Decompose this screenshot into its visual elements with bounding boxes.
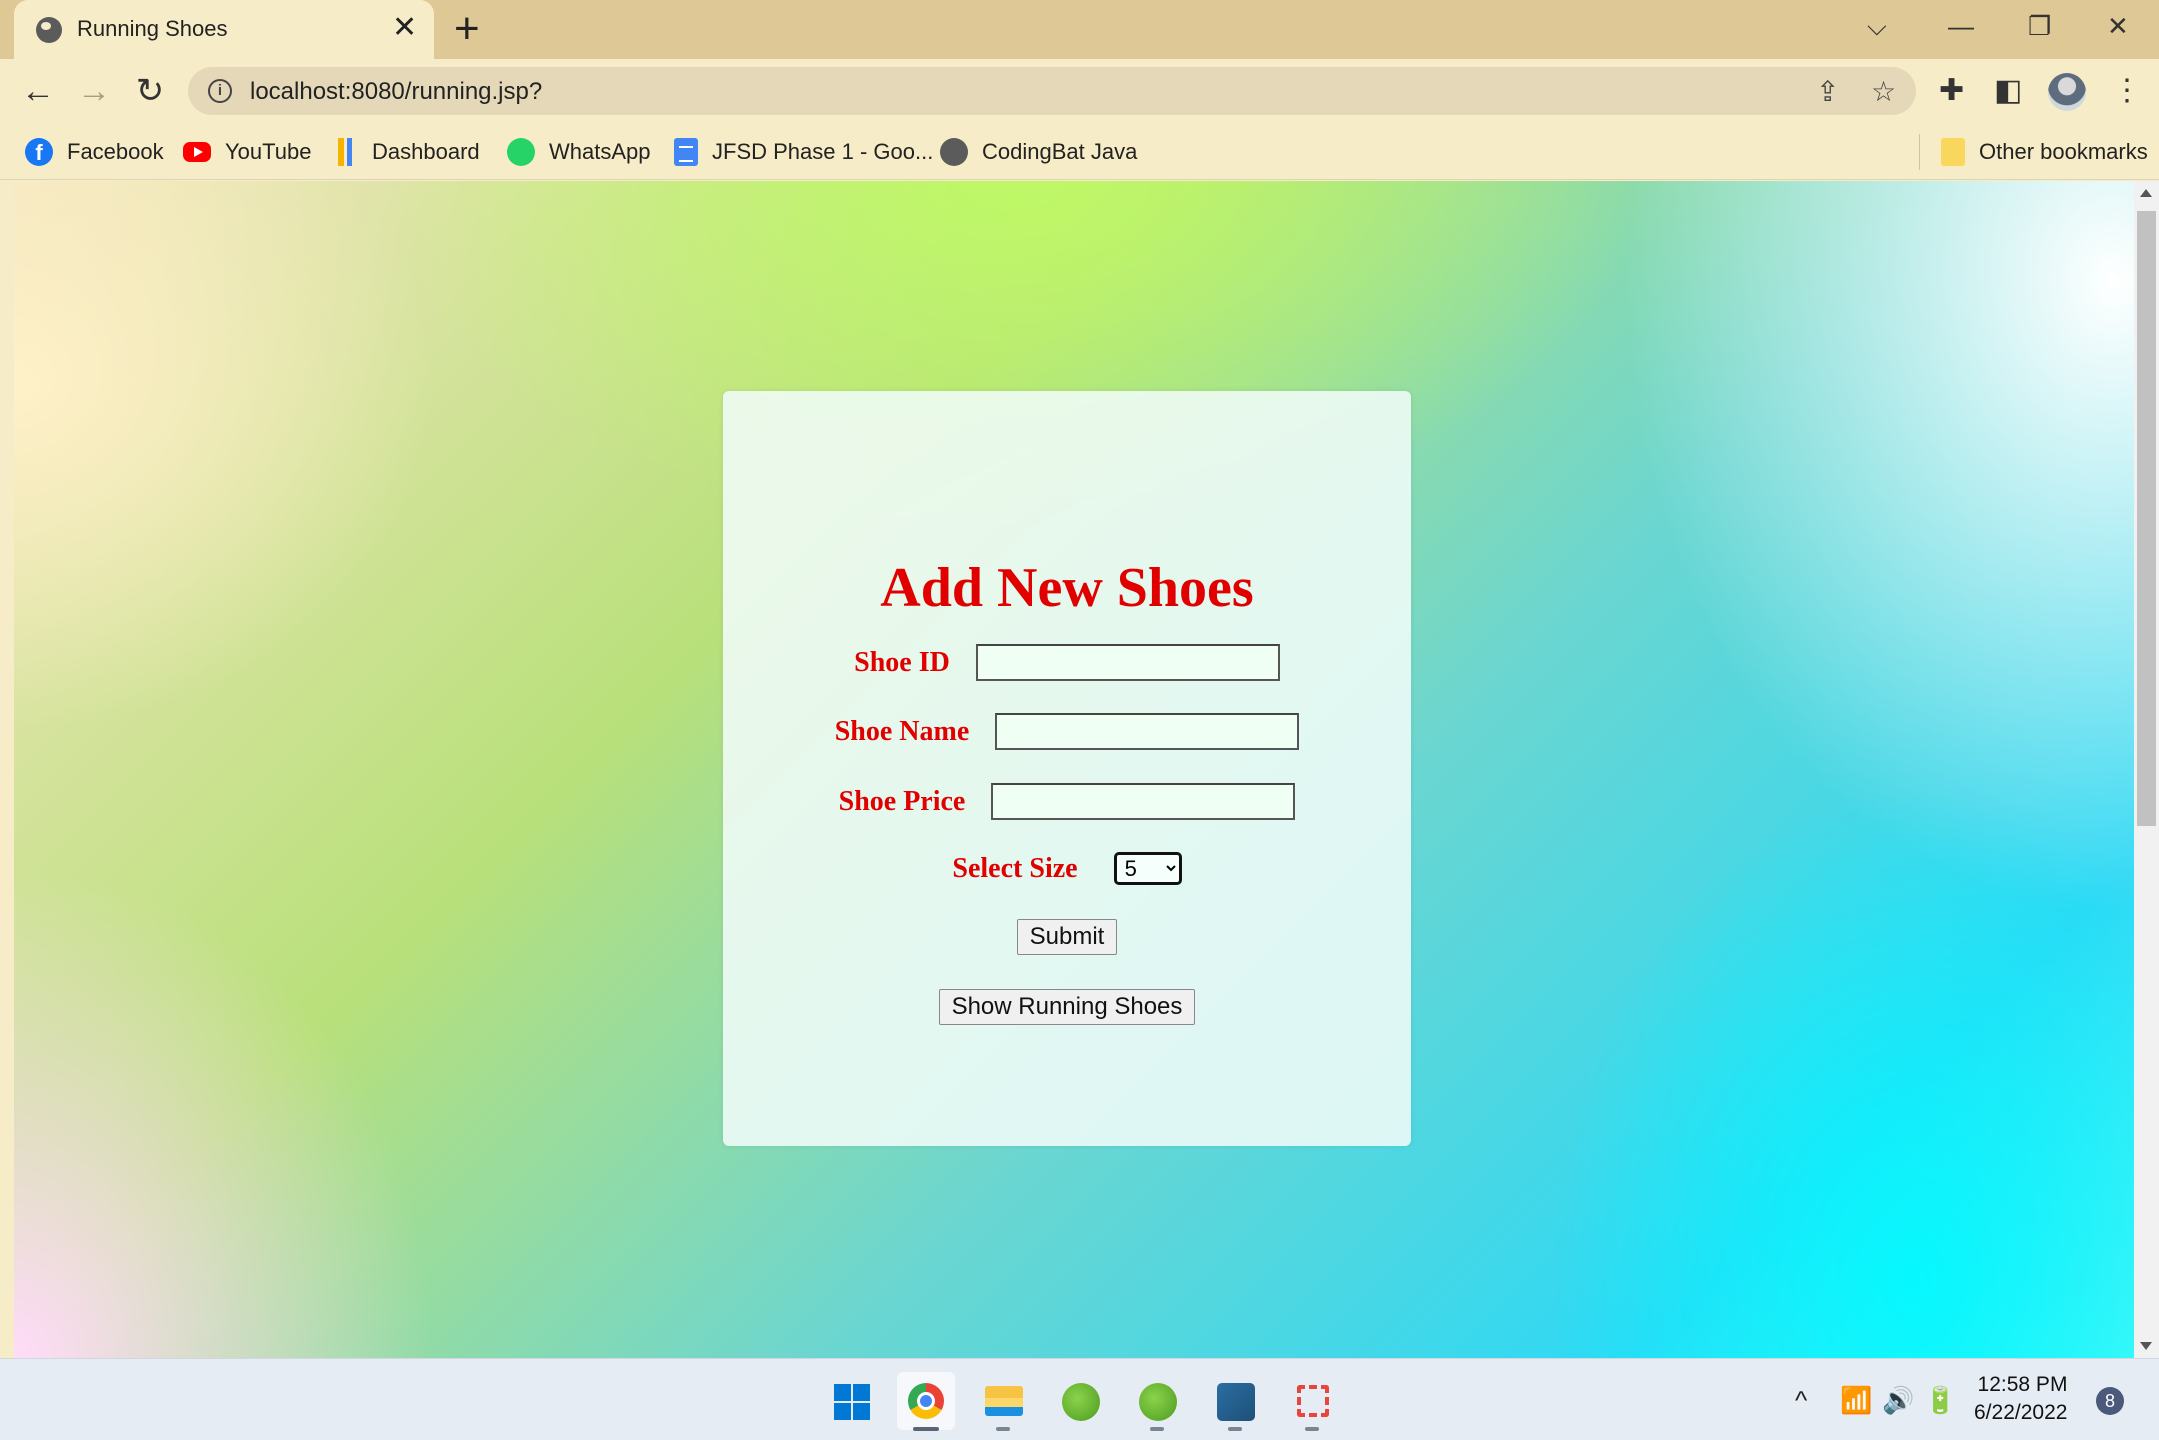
notification-badge[interactable]: 8 — [2096, 1387, 2124, 1415]
tab-title: Running Shoes — [77, 16, 228, 41]
taskbar-chrome[interactable] — [897, 1372, 955, 1431]
submit-row: Submit — [723, 919, 1411, 955]
size-label: Select Size — [952, 852, 1078, 884]
share-icon[interactable]: ⇪ — [1816, 75, 1839, 108]
bookmark-dashboard[interactable]: Dashboard — [338, 136, 480, 168]
start-icon — [834, 1384, 870, 1420]
size-row: Select Size 5 — [723, 852, 1411, 885]
tab-search-icon[interactable]: ⌵ — [1867, 8, 1887, 44]
submit-button[interactable]: Submit — [1016, 919, 1118, 955]
menu-icon[interactable]: ⋮ — [2112, 73, 2142, 108]
taskbar-snipping-tool[interactable] — [1283, 1372, 1341, 1431]
dashboard-icon — [338, 138, 358, 166]
bookmark-facebook[interactable]: f Facebook — [25, 136, 164, 168]
windows-taskbar: ^ 📶 🔊 🔋 12:58 PM 6/22/2022 8 — [0, 1358, 2159, 1440]
shoe-id-row: Shoe ID — [723, 644, 1411, 681]
taskbar-file-explorer[interactable] — [974, 1372, 1032, 1431]
new-tab-button[interactable]: + — [454, 6, 480, 52]
youtube-icon — [183, 142, 211, 162]
size-select[interactable]: 5 — [1113, 852, 1182, 885]
taskbar-spring-tool-suite[interactable] — [1051, 1372, 1109, 1430]
spring-tool-suite-icon — [1062, 1383, 1100, 1421]
shoe-price-row: Shoe Price — [723, 783, 1411, 820]
folder-icon — [1941, 138, 1965, 166]
other-bookmarks-label: Other bookmarks — [1979, 139, 2148, 164]
whatsapp-icon — [507, 138, 535, 166]
bookmark-star-icon[interactable]: ☆ — [1871, 75, 1896, 108]
globe-icon — [36, 17, 62, 43]
other-bookmarks[interactable]: Other bookmarks — [1941, 136, 2148, 168]
reload-button[interactable]: ↻ — [130, 71, 170, 111]
chrome-icon — [908, 1383, 944, 1419]
running-indicator — [1150, 1427, 1164, 1431]
bookmark-codingbat[interactable]: CodingBat Java — [940, 136, 1137, 168]
start-button[interactable] — [822, 1372, 880, 1430]
profile-avatar[interactable] — [2048, 73, 2086, 111]
shoe-name-input[interactable] — [995, 713, 1300, 750]
running-indicator — [1305, 1427, 1319, 1431]
battery-icon[interactable]: 🔋 — [1924, 1385, 1956, 1416]
spring-tool-suite-icon — [1139, 1383, 1177, 1421]
shoe-name-label: Shoe Name — [834, 715, 970, 747]
system-clock[interactable]: 12:58 PM 6/22/2022 — [1974, 1371, 2067, 1427]
bookmark-label: Dashboard — [372, 139, 480, 164]
forward-button[interactable]: → — [74, 71, 114, 111]
taskbar-mysql-workbench[interactable] — [1206, 1372, 1264, 1431]
globe-icon — [940, 138, 968, 166]
bookmarks-separator — [1919, 134, 1920, 170]
browser-toolbar: ← → ↻ i localhost:8080/running.jsp? ⇪ ☆ … — [0, 59, 2159, 124]
facebook-icon: f — [25, 138, 53, 166]
file-explorer-icon — [985, 1386, 1023, 1416]
shoe-id-label: Shoe ID — [854, 646, 950, 678]
extensions-icon[interactable]: ✚ — [1939, 73, 1964, 108]
show-running-shoes-button[interactable]: Show Running Shoes — [938, 989, 1196, 1025]
page-title: Add New Shoes — [880, 557, 1254, 619]
bookmark-label: CodingBat Java — [982, 139, 1138, 164]
scroll-down-arrow-icon[interactable] — [2140, 1342, 2152, 1350]
wifi-icon[interactable]: 📶 — [1840, 1385, 1872, 1416]
address-bar[interactable]: i localhost:8080/running.jsp? ⇪ ☆ — [188, 67, 1916, 115]
page-viewport: Add New Shoes Shoe ID Shoe Name Shoe Pri… — [14, 181, 2134, 1358]
add-shoe-card: Add New Shoes Shoe ID Shoe Name Shoe Pri… — [723, 391, 1411, 1146]
mysql-workbench-icon — [1217, 1383, 1255, 1421]
side-panel-icon[interactable]: ◧ — [1994, 73, 2022, 108]
shoe-id-input[interactable] — [975, 644, 1280, 681]
scroll-up-arrow-icon[interactable] — [2140, 189, 2152, 197]
bookmark-youtube[interactable]: YouTube — [183, 136, 311, 168]
snipping-tool-icon — [1297, 1385, 1329, 1417]
show-row: Show Running Shoes — [723, 989, 1411, 1025]
bookmark-label: YouTube — [225, 139, 312, 164]
tab-strip: Running Shoes ✕ + ⌵ — ❐ ✕ — [0, 0, 2159, 59]
shoe-name-row: Shoe Name — [723, 713, 1411, 750]
running-indicator — [913, 1427, 939, 1431]
vertical-scrollbar[interactable] — [2134, 181, 2159, 1358]
volume-icon[interactable]: 🔊 — [1882, 1385, 1914, 1416]
browser-tab[interactable]: Running Shoes ✕ — [14, 0, 434, 59]
close-window-button[interactable]: ✕ — [2107, 8, 2129, 44]
scroll-thumb[interactable] — [2137, 211, 2156, 826]
tray-chevron-icon[interactable]: ^ — [1795, 1385, 1807, 1416]
url-text[interactable]: localhost:8080/running.jsp? — [250, 78, 542, 106]
running-indicator — [996, 1427, 1010, 1431]
bookmark-label: JFSD Phase 1 - Goo... — [712, 139, 934, 164]
restore-button[interactable]: ❐ — [2028, 8, 2051, 44]
clock-date: 6/22/2022 — [1974, 1401, 2068, 1424]
bookmark-label: Facebook — [67, 139, 164, 164]
bookmark-jfsd-doc[interactable]: JFSD Phase 1 - Goo... — [674, 136, 933, 168]
back-button[interactable]: ← — [18, 71, 58, 111]
taskbar-spring-tool-suite-2[interactable] — [1128, 1372, 1186, 1431]
running-indicator — [1228, 1427, 1242, 1431]
bookmark-whatsapp[interactable]: WhatsApp — [507, 136, 651, 168]
clock-time: 12:58 PM — [1977, 1373, 2068, 1396]
shoe-price-input[interactable] — [991, 783, 1296, 820]
bookmark-label: WhatsApp — [549, 139, 651, 164]
bookmarks-bar: f Facebook YouTube Dashboard WhatsApp JF… — [0, 124, 2159, 180]
google-docs-icon — [674, 138, 698, 166]
tab-close-icon[interactable]: ✕ — [392, 12, 417, 44]
site-info-icon[interactable]: i — [208, 79, 232, 103]
minimize-button[interactable]: — — [1948, 8, 1974, 44]
shoe-price-label: Shoe Price — [838, 785, 966, 817]
